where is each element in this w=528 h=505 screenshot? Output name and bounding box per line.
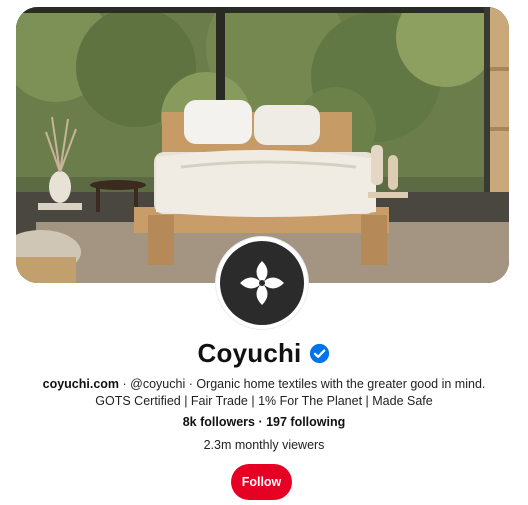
following-count[interactable]: 197 following xyxy=(266,415,345,429)
profile-bio: coyuchi.com · @coyuchi · Organic home te… xyxy=(24,376,504,410)
profile-stats: 8k followers · 197 following xyxy=(0,415,528,429)
stats-separator: · xyxy=(254,415,267,429)
profile-page: Coyuchi coyuchi.com · @coyuchi · Organic… xyxy=(0,0,528,505)
followers-count[interactable]: 8k followers xyxy=(183,415,255,429)
follow-button[interactable]: Follow xyxy=(231,464,292,500)
website-link[interactable]: coyuchi.com xyxy=(43,377,119,391)
coyuchi-logo-icon xyxy=(220,241,304,325)
profile-avatar[interactable] xyxy=(216,237,308,329)
verified-check-icon xyxy=(309,343,330,364)
profile-name: Coyuchi xyxy=(197,338,302,368)
bio-text: · @coyuchi · Organic home textiles with … xyxy=(95,377,486,408)
profile-name-row: Coyuchi xyxy=(0,338,528,369)
monthly-viewers: 2.3m monthly viewers xyxy=(203,438,325,452)
